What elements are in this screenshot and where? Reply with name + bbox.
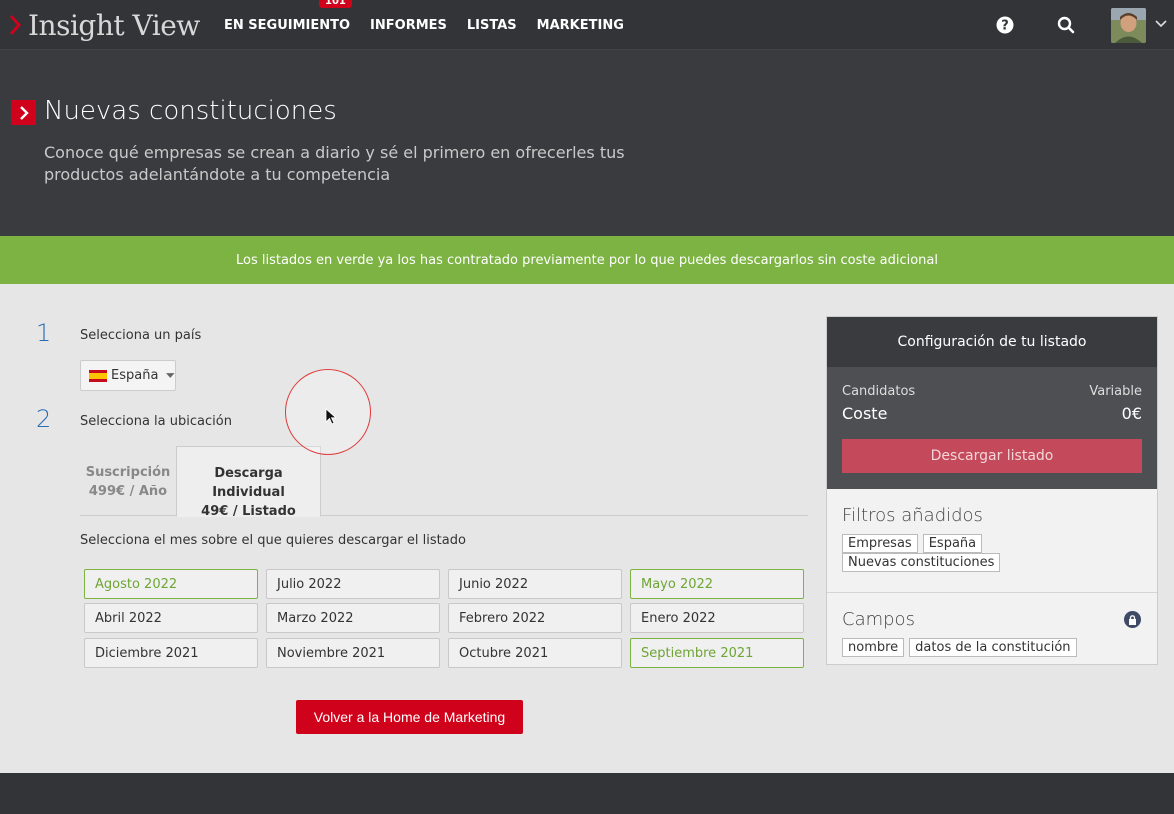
pricing-tabs: Suscripción 499€ / Año Descarga Individu… bbox=[80, 446, 808, 519]
tab-title: Suscripción bbox=[85, 465, 171, 480]
month-button[interactable]: Enero 2022 bbox=[630, 603, 804, 633]
nav-item-marketing[interactable]: MARKETING bbox=[537, 18, 624, 33]
logo-text: Insight View bbox=[28, 8, 200, 42]
step-2-number: 2 bbox=[36, 405, 52, 433]
back-to-marketing-home-button[interactable]: Volver a la Home de Marketing bbox=[296, 700, 523, 734]
hero-section: Nuevas constituciones Conoce qué empresa… bbox=[0, 50, 1174, 236]
page-title: Nuevas constituciones bbox=[44, 96, 337, 126]
filters-title: Filtros añadidos bbox=[842, 505, 983, 526]
notification-badge: 101 bbox=[319, 0, 352, 8]
panel-title: Configuración de tu listado bbox=[827, 317, 1157, 367]
svg-text:?: ? bbox=[1001, 19, 1009, 34]
cost-label: Coste bbox=[842, 404, 888, 423]
month-button[interactable]: Noviembre 2021 bbox=[266, 638, 440, 668]
panel-summary: Candidatos Variable Coste 0€ Descargar l… bbox=[827, 367, 1157, 489]
avatar[interactable] bbox=[1111, 8, 1146, 43]
tab-suscripcion[interactable]: Suscripción 499€ / Año bbox=[80, 446, 176, 517]
chevron-down-icon[interactable] bbox=[1155, 20, 1167, 28]
main-nav: EN SEGUIMIENTO 101 INFORMES LISTAS MARKE… bbox=[224, 0, 644, 50]
candidates-value: Variable bbox=[1089, 384, 1142, 399]
top-navigation-bar: Insight View EN SEGUIMIENTO 101 INFORMES… bbox=[0, 0, 1174, 50]
caret-down-icon bbox=[166, 372, 175, 378]
nav-item-informes[interactable]: INFORMES bbox=[370, 18, 447, 33]
cost-value: 0€ bbox=[1121, 404, 1142, 423]
month-button[interactable]: Junio 2022 bbox=[448, 569, 622, 599]
footer bbox=[0, 773, 1174, 814]
month-button[interactable]: Julio 2022 bbox=[266, 569, 440, 599]
country-select-value: España bbox=[111, 368, 159, 383]
chevron-right-icon bbox=[11, 100, 36, 125]
nav-item-en-seguimiento[interactable]: EN SEGUIMIENTO 101 bbox=[224, 0, 352, 33]
lock-icon[interactable] bbox=[1124, 611, 1141, 628]
field-tag: nombre bbox=[842, 638, 905, 657]
mouse-pointer-icon bbox=[325, 408, 337, 425]
month-button[interactable]: Febrero 2022 bbox=[448, 603, 622, 633]
filters-section: Filtros añadidos Empresas España Nuevas … bbox=[827, 489, 1157, 572]
tab-price: 499€ / Año bbox=[88, 484, 168, 499]
page-description: Conoce qué empresas se crean a diario y … bbox=[44, 143, 625, 184]
field-tag: datos de la constitución bbox=[909, 638, 1077, 657]
step-2-label: Selecciona la ubicación bbox=[80, 414, 232, 429]
month-button[interactable]: Agosto 2022 bbox=[84, 569, 258, 599]
help-icon[interactable]: ? bbox=[993, 13, 1017, 37]
fields-title: Campos bbox=[842, 609, 915, 630]
nav-item-listas[interactable]: LISTAS bbox=[467, 18, 517, 33]
month-button[interactable]: Mayo 2022 bbox=[630, 569, 804, 599]
candidates-label: Candidatos bbox=[842, 384, 916, 399]
spain-flag-icon bbox=[89, 369, 107, 382]
tab-title: Descarga Individual bbox=[212, 466, 285, 500]
month-button[interactable]: Octubre 2021 bbox=[448, 638, 622, 668]
month-button[interactable]: Diciembre 2021 bbox=[84, 638, 258, 668]
listing-config-panel: Configuración de tu listado Candidatos V… bbox=[826, 316, 1158, 665]
month-button[interactable]: Abril 2022 bbox=[84, 603, 258, 633]
filter-tags: Empresas España Nuevas constituciones bbox=[842, 534, 1142, 572]
logo[interactable]: Insight View bbox=[10, 8, 200, 42]
step-1-label: Selecciona un país bbox=[80, 328, 202, 343]
download-listing-button[interactable]: Descargar listado bbox=[842, 439, 1142, 473]
filter-tag: Empresas bbox=[842, 534, 918, 553]
month-button[interactable]: Septiembre 2021 bbox=[630, 638, 804, 668]
country-select[interactable]: España bbox=[80, 360, 176, 391]
search-icon[interactable] bbox=[1054, 13, 1078, 37]
month-button[interactable]: Marzo 2022 bbox=[266, 603, 440, 633]
step-1-number: 1 bbox=[36, 319, 52, 347]
filter-tag: Nuevas constituciones bbox=[842, 553, 1001, 572]
field-tags: nombre datos de la constitución bbox=[842, 638, 1142, 657]
purchased-notice-banner: Los listados en verde ya los has contrat… bbox=[0, 236, 1174, 284]
tab-price: 49€ / Listado bbox=[201, 504, 296, 519]
month-prompt: Selecciona el mes sobre el que quieres d… bbox=[80, 533, 466, 548]
nav-label: EN SEGUIMIENTO bbox=[224, 17, 351, 33]
logo-chevron-icon bbox=[10, 15, 21, 35]
filter-tag: España bbox=[922, 534, 983, 553]
fields-section: Campos nombre datos de la constitución bbox=[827, 593, 1157, 657]
notice-text: Los listados en verde ya los has contrat… bbox=[236, 252, 938, 268]
tab-descarga-individual[interactable]: Descarga Individual 49€ / Listado bbox=[176, 446, 321, 519]
